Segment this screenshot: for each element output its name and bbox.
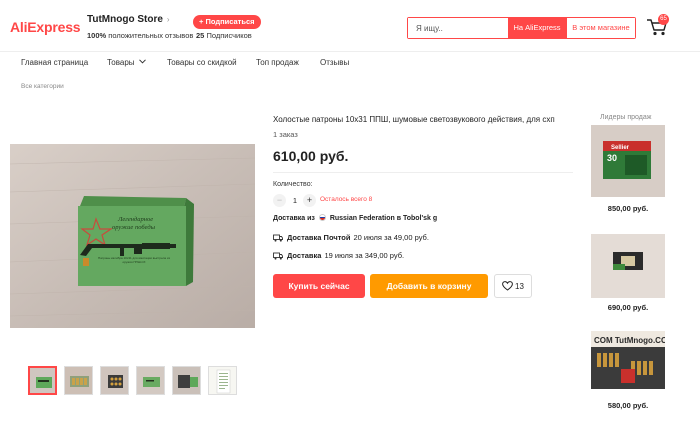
thumbnail-1[interactable] (28, 366, 57, 395)
positive-feedback-label: положительных отзывов (108, 31, 194, 40)
wishlist-button[interactable]: 13 (494, 274, 532, 298)
subscribe-button[interactable]: + Подписаться (193, 15, 261, 29)
stock-left-text: Осталось всего 8 (320, 196, 373, 203)
nav-top-sales[interactable]: Топ продаж (256, 58, 299, 67)
shipping-detail-post: 20 июля за 49,00 руб. (353, 233, 429, 242)
thumbnail-4[interactable] (136, 366, 165, 395)
orders-count: 1 заказ (273, 130, 298, 139)
product-price: 610,00 руб. (273, 148, 349, 164)
chevron-right-icon: › (166, 15, 170, 24)
product-photo: Легендарное оружие победы Патроны калибр… (10, 144, 255, 328)
buy-now-button[interactable]: Купить сейчас (273, 274, 365, 298)
truck-icon (273, 252, 283, 260)
add-to-cart-button[interactable]: Добавить в корзину (370, 274, 488, 298)
quantity-plus-button[interactable]: + (303, 194, 316, 207)
delivery-prefix: Доставка из (273, 215, 315, 222)
breadcrumb-all-categories[interactable]: Все категории (21, 83, 64, 90)
delivery-from: Доставка из Russian Federation в Tobol's… (273, 214, 437, 222)
subscribers-count: 25 (196, 31, 205, 40)
subscribers: 25 Подписчиков (196, 31, 252, 40)
shipping-option-courier[interactable]: Доставка 19 июля за 349,00 руб. (273, 251, 404, 260)
shipping-method-post: Доставка Почтой (287, 233, 351, 242)
store-name-text[interactable]: TutMnogo Store (87, 14, 163, 25)
cart-count-badge: 65 (658, 14, 669, 25)
top-seller-1-image[interactable]: Sellier 30 (591, 125, 665, 197)
divider (273, 172, 573, 173)
search-aliexpress-button[interactable]: На AliExpress (508, 18, 566, 38)
top-sellers-title: Лидеры продаж (600, 114, 652, 121)
thumbnail-2[interactable] (64, 366, 93, 395)
nav-reviews[interactable]: Отзывы (320, 58, 349, 67)
thumbnail-6[interactable] (208, 366, 237, 395)
top-seller-3-image[interactable]: COM TutMnogo.COM (591, 331, 665, 403)
store-name[interactable]: TutMnogo Store › (87, 14, 170, 25)
box-text-line2: оружие победы (112, 224, 156, 231)
shipping-detail-courier: 19 июля за 349,00 руб. (324, 251, 405, 260)
thumbnail-3[interactable] (100, 366, 129, 395)
top-seller-1-box-label: Sellier (611, 145, 630, 151)
top-seller-2-image[interactable] (591, 234, 665, 306)
russia-flag-icon (318, 214, 326, 221)
shipping-option-post[interactable]: Доставка Почтой 20 июля за 49,00 руб. (273, 233, 429, 242)
heart-icon (502, 281, 513, 291)
top-seller-3-price[interactable]: 580,00 руб. (591, 401, 665, 410)
box-small-text: Патроны калибра 10х31 для имитации выстр… (98, 257, 170, 264)
search-input[interactable] (408, 18, 508, 38)
truck-icon (273, 234, 283, 242)
aliexpress-logo[interactable]: AliExpress (10, 19, 81, 35)
top-seller-3-sign: COM TutMnogo.COM (594, 336, 665, 345)
svg-text:30: 30 (607, 153, 617, 163)
nav-products[interactable]: Товары (107, 58, 146, 67)
product-main-image[interactable]: Легендарное оружие победы Патроны калибр… (10, 144, 255, 328)
wishlist-count: 13 (515, 281, 524, 291)
chevron-down-icon (138, 59, 146, 64)
search-store-button[interactable]: В этом магазине (566, 18, 635, 38)
search-bar: На AliExpress В этом магазине (407, 17, 636, 39)
delivery-destination[interactable]: Russian Federation в Tobol'sk g (330, 215, 437, 222)
shipping-method-courier: Доставка (287, 251, 322, 260)
box-text-line1: Легендарное (117, 216, 153, 223)
nav-home[interactable]: Главная страница (21, 58, 88, 67)
store-header: AliExpress TutMnogo Store › 100% положите… (0, 0, 700, 52)
top-seller-1-price[interactable]: 850,00 руб. (591, 204, 665, 213)
store-feedback: 100% положительных отзывов (87, 31, 193, 40)
positive-feedback-percent: 100% (87, 31, 107, 40)
quantity-label: Количество: (273, 181, 313, 188)
product-title: Холостые патроны 10х31 ППШ, шумовые свет… (273, 115, 555, 124)
thumbnail-5[interactable] (172, 366, 201, 395)
store-nav: Главная страница Товары Товары со скидко… (0, 52, 700, 74)
quantity-minus-button[interactable]: − (273, 194, 286, 207)
subscribers-label: Подписчиков (206, 31, 252, 40)
nav-discounts[interactable]: Товары со скидкой (167, 58, 237, 67)
top-seller-2-price[interactable]: 690,00 руб. (591, 303, 665, 312)
nav-products-label[interactable]: Товары (107, 58, 135, 67)
quantity-value[interactable]: 1 (290, 196, 300, 205)
